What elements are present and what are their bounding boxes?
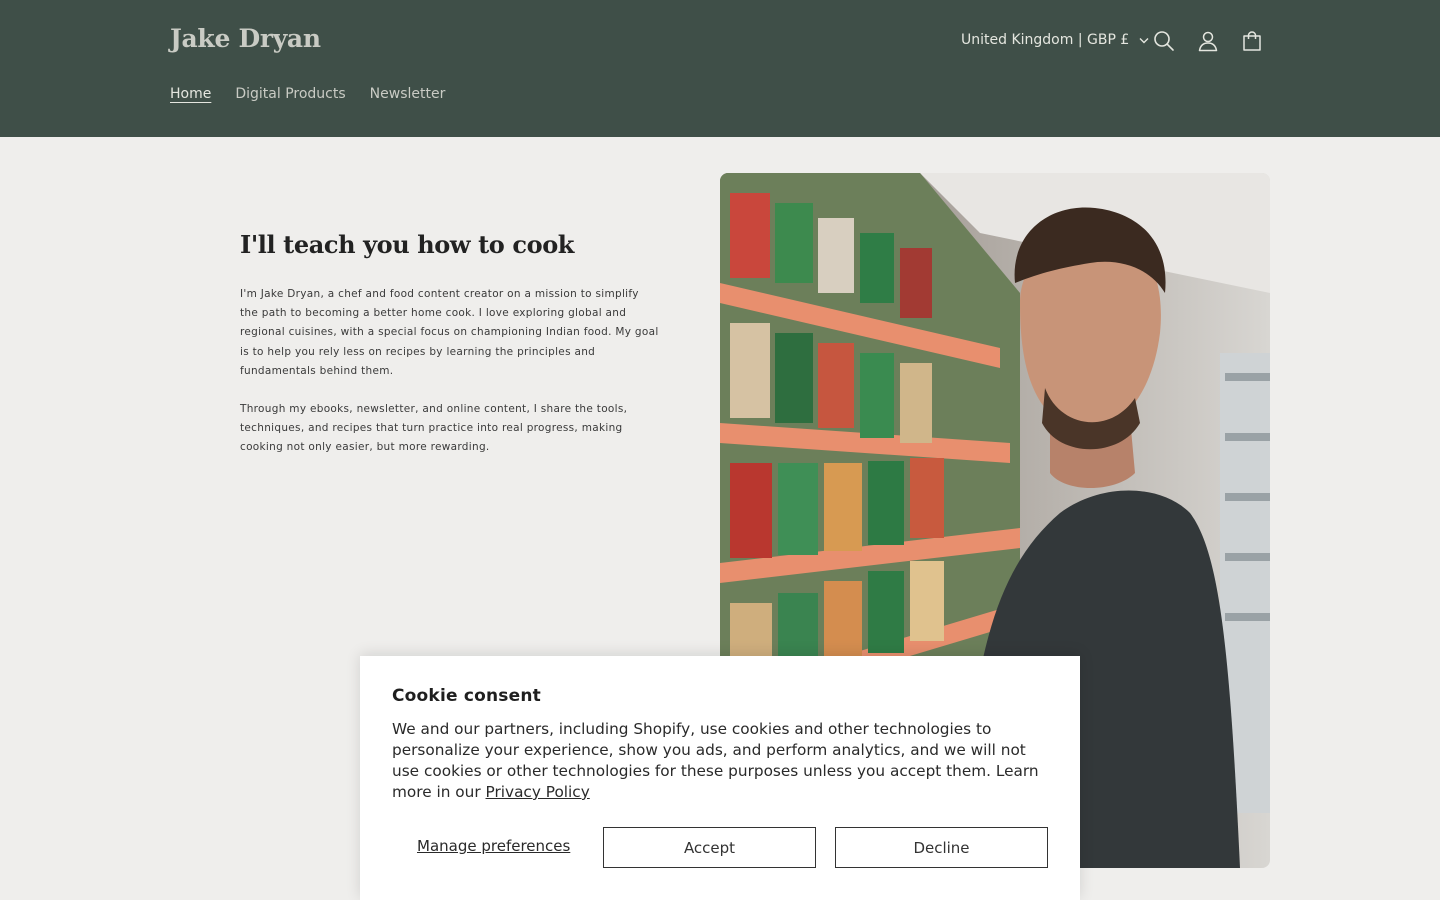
main-nav: Home Digital Products Newsletter bbox=[170, 86, 445, 102]
search-icon[interactable] bbox=[1152, 29, 1176, 53]
hero-title: I'll teach you how to cook bbox=[240, 230, 575, 259]
country-selector[interactable]: United Kingdom | GBP £ bbox=[961, 32, 1149, 48]
privacy-policy-link[interactable]: Privacy Policy bbox=[486, 783, 590, 801]
decline-button[interactable]: Decline bbox=[835, 827, 1048, 868]
country-selector-label: United Kingdom | GBP £ bbox=[961, 32, 1130, 48]
accept-button[interactable]: Accept bbox=[603, 827, 816, 868]
manage-preferences-link[interactable]: Manage preferences bbox=[417, 837, 570, 855]
nav-item-newsletter[interactable]: Newsletter bbox=[370, 86, 446, 102]
cart-icon[interactable] bbox=[1240, 29, 1264, 53]
hero-paragraph-2: Through my ebooks, newsletter, and onlin… bbox=[240, 403, 628, 454]
chevron-down-icon bbox=[1139, 37, 1149, 43]
cookie-consent-banner: Cookie consent We and our partners, incl… bbox=[360, 656, 1080, 900]
account-icon[interactable] bbox=[1196, 29, 1220, 53]
site-header: Jake Dryan United Kingdom | GBP £ Home D… bbox=[0, 0, 1440, 137]
nav-item-digital-products[interactable]: Digital Products bbox=[235, 86, 345, 102]
cookie-text: We and our partners, including Shopify, … bbox=[392, 719, 1052, 803]
cookie-title: Cookie consent bbox=[392, 686, 541, 706]
hero-paragraph-1: I'm Jake Dryan, a chef and food content … bbox=[240, 288, 659, 377]
brand-logo[interactable]: Jake Dryan bbox=[170, 24, 321, 53]
nav-item-home[interactable]: Home bbox=[170, 86, 211, 102]
